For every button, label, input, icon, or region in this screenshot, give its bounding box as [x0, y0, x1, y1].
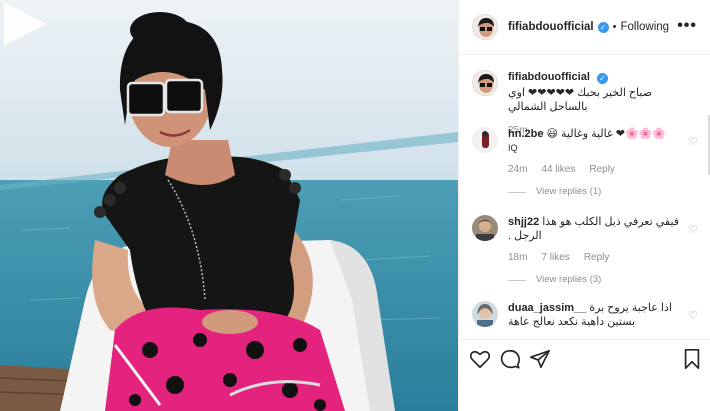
- commenter-avatar[interactable]: [472, 301, 498, 327]
- comment-time: 18m: [508, 252, 528, 263]
- comment-text: 🌸🌸🌸❤ غالية وغالية 😃: [546, 128, 667, 140]
- view-replies-button[interactable]: View replies (1): [508, 185, 684, 199]
- divider-line: [508, 279, 526, 281]
- view-replies-button[interactable]: View replies (3): [508, 273, 684, 287]
- comment-likes[interactable]: 7 likes: [541, 251, 569, 265]
- action-bar: [459, 339, 710, 379]
- comment-extra-text: IQ: [508, 143, 518, 153]
- header-separator: •: [612, 21, 617, 33]
- verified-badge-icon: ✓: [597, 21, 609, 33]
- comment-heart-icon[interactable]: ♡: [688, 135, 698, 148]
- commenter-avatar[interactable]: [472, 127, 498, 153]
- view-replies-label: View replies (1): [536, 186, 602, 197]
- comment-username[interactable]: hn.2be: [508, 128, 543, 140]
- caption-username[interactable]: fifiabdouofficial: [508, 71, 590, 83]
- author-username[interactable]: fifiabdouofficial: [508, 21, 594, 33]
- post-header: fifiabdouofficial ✓ • Following •••: [459, 0, 710, 55]
- comment-username[interactable]: shjj22: [508, 216, 539, 228]
- bookmark-icon[interactable]: [681, 348, 703, 370]
- caption-text: صباح الخير بحبك ❤❤❤❤❤ اوي بالساحل الشمال…: [508, 87, 653, 113]
- post-video[interactable]: [0, 0, 458, 411]
- view-replies-label: View replies (3): [536, 274, 602, 285]
- comment-icon[interactable]: [499, 348, 521, 370]
- caption-avatar[interactable]: [472, 70, 498, 96]
- comments-list: fifiabdouofficial ✓ صباح الخير بحبك ❤❤❤❤…: [459, 55, 710, 339]
- comment-heart-icon[interactable]: ♡: [688, 223, 698, 236]
- commenter-avatar[interactable]: [472, 215, 498, 241]
- video-frame: [0, 0, 458, 411]
- share-icon[interactable]: [529, 348, 551, 370]
- play-icon[interactable]: [0, 0, 48, 48]
- divider-line: [508, 191, 526, 193]
- verified-badge-icon: ✓: [596, 73, 608, 84]
- comment-heart-icon[interactable]: ♡: [688, 309, 698, 322]
- post-side-panel: fifiabdouofficial ✓ • Following ••• fifi…: [458, 0, 710, 411]
- reply-button[interactable]: Reply: [584, 251, 610, 265]
- comment-time: 24m: [508, 164, 528, 175]
- heart-icon[interactable]: [469, 348, 491, 370]
- reply-button[interactable]: Reply: [589, 163, 615, 177]
- instagram-post-modal: fifiabdouofficial ✓ • Following ••• fifi…: [0, 0, 710, 411]
- comment-username[interactable]: duaa_jassim__: [508, 302, 586, 314]
- comment-likes[interactable]: 44 likes: [541, 163, 575, 177]
- following-button[interactable]: Following: [620, 21, 669, 33]
- more-icon[interactable]: •••: [677, 17, 697, 35]
- author-avatar[interactable]: [472, 14, 498, 40]
